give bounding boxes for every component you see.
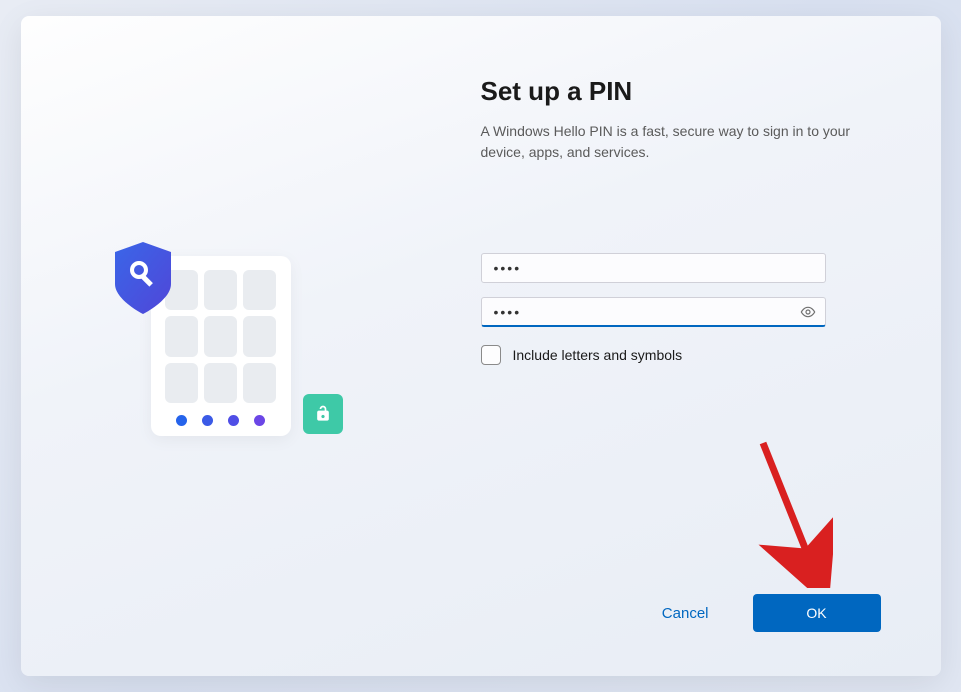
dialog-title: Set up a PIN	[481, 76, 881, 107]
unlock-icon	[303, 394, 343, 434]
keypad-key	[243, 363, 276, 403]
pin-setup-dialog: Set up a PIN A Windows Hello PIN is a fa…	[21, 16, 941, 676]
pin-illustration	[101, 236, 361, 456]
new-pin-input[interactable]	[481, 253, 826, 283]
dialog-description: A Windows Hello PIN is a fast, secure wa…	[481, 121, 881, 163]
include-letters-label: Include letters and symbols	[513, 347, 683, 363]
pin-dots-indicator	[165, 415, 277, 426]
keypad-key	[243, 316, 276, 356]
reveal-password-icon[interactable]	[800, 304, 816, 320]
pin-dot	[202, 415, 213, 426]
keypad-key	[204, 363, 237, 403]
keypad-key	[243, 270, 276, 310]
new-pin-wrapper	[481, 253, 826, 283]
pin-dot	[228, 415, 239, 426]
confirm-pin-input[interactable]	[481, 297, 826, 327]
cancel-button[interactable]: Cancel	[650, 597, 721, 630]
shield-icon	[101, 236, 185, 320]
pin-dot	[176, 415, 187, 426]
keypad-key	[165, 316, 198, 356]
pin-dot	[254, 415, 265, 426]
keypad-key	[204, 270, 237, 310]
include-letters-checkbox[interactable]	[481, 345, 501, 365]
confirm-pin-wrapper	[481, 297, 826, 327]
keypad-key	[165, 363, 198, 403]
ok-button[interactable]: OK	[753, 594, 881, 632]
dialog-buttons: Cancel OK	[650, 594, 881, 632]
pin-input-group	[481, 253, 881, 327]
keypad-key	[204, 316, 237, 356]
illustration-panel	[21, 16, 481, 676]
include-letters-row: Include letters and symbols	[481, 345, 881, 365]
form-panel: Set up a PIN A Windows Hello PIN is a fa…	[481, 16, 941, 676]
